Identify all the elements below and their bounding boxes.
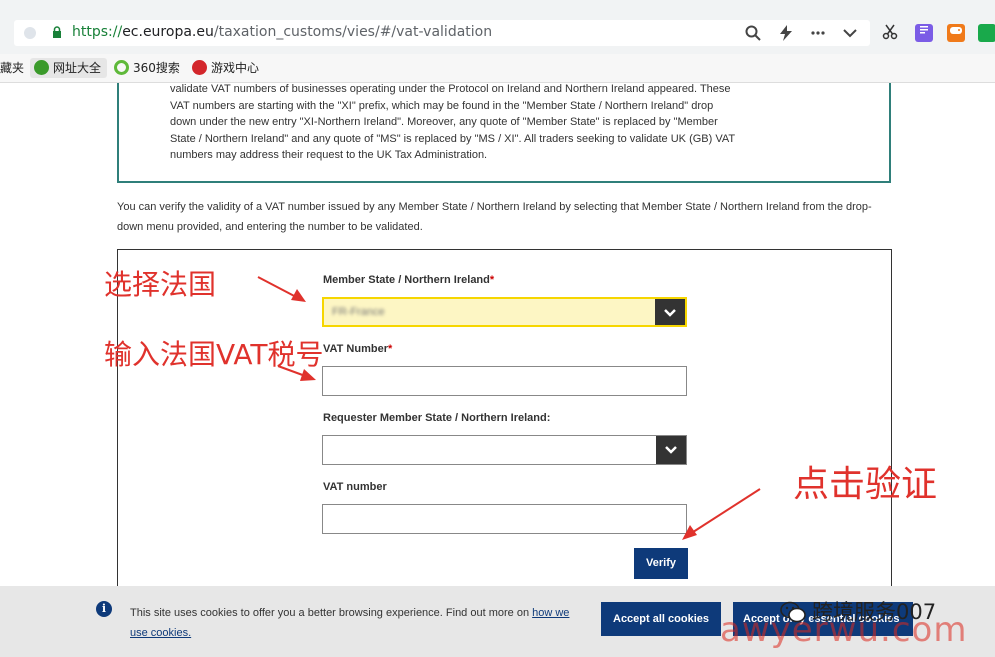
scissors-icon[interactable] [881, 24, 899, 42]
bookmark-label: 游戏中心 [211, 61, 260, 75]
more-icon[interactable] [809, 25, 827, 43]
wechat-extension-icon[interactable] [978, 24, 995, 42]
wechat-icon [780, 601, 806, 623]
arrow-head [682, 525, 697, 540]
game-center-icon [192, 60, 207, 75]
url-directory-icon [34, 60, 49, 75]
annotation-arrows [257, 276, 761, 540]
bookmark-url-directory[interactable]: 网址大全 [30, 58, 108, 78]
bookmark-label: 360搜索 [133, 61, 180, 75]
cookie-text: This site uses cookies to offer you a be… [130, 603, 590, 643]
url-field[interactable]: https://ec.europa.eu/taxation_customs/vi… [14, 20, 870, 46]
bookmark-label: 网址大全 [53, 61, 102, 75]
info-icon: i [96, 601, 112, 617]
bookmarks-bar: 藏夹 网址大全 360搜索 游戏中心 [0, 54, 995, 83]
arrow-head [300, 369, 316, 381]
lightning-icon[interactable] [777, 25, 795, 43]
bookmark-game-center[interactable]: 游戏中心 [192, 58, 259, 78]
url-scheme: https:// [72, 24, 123, 40]
watermark-account-text: 跨境服务007 [812, 600, 937, 624]
bookmark-label: 藏夹 [0, 61, 25, 75]
arrow-to-verify [689, 488, 761, 535]
bookmark-favorites[interactable]: 藏夹 [0, 58, 24, 78]
site-info-icon[interactable] [24, 27, 36, 39]
watermark-account: 跨境服务007 [780, 596, 936, 626]
url-host: ec.europa.eu [122, 24, 214, 40]
address-bar: https://ec.europa.eu/taxation_customs/vi… [0, 14, 995, 52]
note-extension-icon[interactable] [915, 24, 933, 42]
search-icon[interactable] [744, 25, 762, 43]
url-text: https://ec.europa.eu/taxation_customs/vi… [72, 24, 492, 40]
lock-icon [53, 26, 61, 38]
bookmark-360-search[interactable]: 360搜索 [114, 58, 180, 78]
page-content: validate VAT numbers of businesses opera… [0, 83, 995, 657]
cookie-message: This site uses cookies to offer you a be… [130, 607, 533, 619]
chevron-down-icon[interactable] [841, 25, 859, 43]
url-path: /taxation_customs/vies/#/vat-validation [213, 24, 493, 40]
360-search-icon [114, 60, 129, 75]
game-extension-icon[interactable] [947, 24, 965, 42]
accept-all-cookies-button[interactable]: Accept all cookies [601, 602, 721, 636]
